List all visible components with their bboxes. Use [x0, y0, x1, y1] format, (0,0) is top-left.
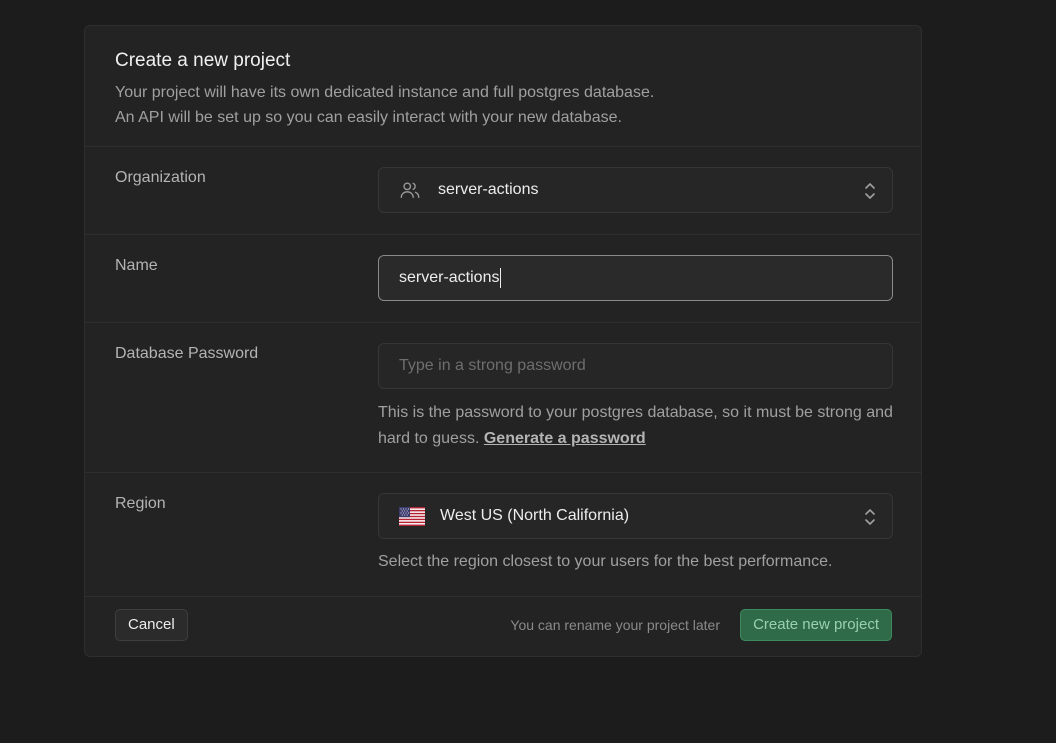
name-input-value: server-actions [399, 269, 500, 286]
password-label: Database Password [115, 345, 259, 362]
organization-value: server-actions [438, 181, 539, 198]
dialog-footer: Cancel You can rename your project later… [85, 595, 921, 656]
region-helper: Select the region closest to your users … [378, 553, 833, 570]
chevron-up-down-icon [864, 181, 876, 201]
name-label: Name [115, 257, 158, 274]
dialog-description-line2: An API will be set up so you can easily … [115, 109, 622, 126]
cancel-button[interactable]: Cancel [115, 609, 188, 641]
text-cursor [500, 268, 502, 288]
organization-row: Organization server-actions [85, 147, 921, 235]
us-flag-icon [399, 506, 425, 526]
chevron-up-down-icon [864, 507, 876, 527]
create-project-button[interactable]: Create new project [740, 609, 892, 641]
name-row: Name server-actions [85, 235, 921, 323]
password-input[interactable]: Type in a strong password [378, 343, 893, 389]
dialog-title: Create a new project [115, 50, 291, 71]
password-placeholder: Type in a strong password [399, 357, 586, 374]
generate-password-link[interactable]: Generate a password [484, 430, 646, 447]
users-icon [399, 179, 421, 201]
create-project-dialog: Create a new project Your project will h… [84, 25, 922, 657]
dialog-description-line1: Your project will have its own dedicated… [115, 84, 655, 101]
name-input[interactable]: server-actions [378, 255, 893, 301]
rename-note: You can rename your project later [510, 617, 720, 633]
region-row: Region West US (North California) Select… [85, 473, 921, 597]
region-select[interactable]: West US (North California) [378, 493, 893, 539]
region-label: Region [115, 495, 166, 512]
dialog-header: Create a new project Your project will h… [85, 26, 921, 147]
organization-select[interactable]: server-actions [378, 167, 893, 213]
password-helper: This is the password to your postgres da… [378, 400, 893, 452]
password-row: Database Password Type in a strong passw… [85, 323, 921, 473]
organization-label: Organization [115, 169, 206, 186]
region-value: West US (North California) [440, 507, 630, 524]
